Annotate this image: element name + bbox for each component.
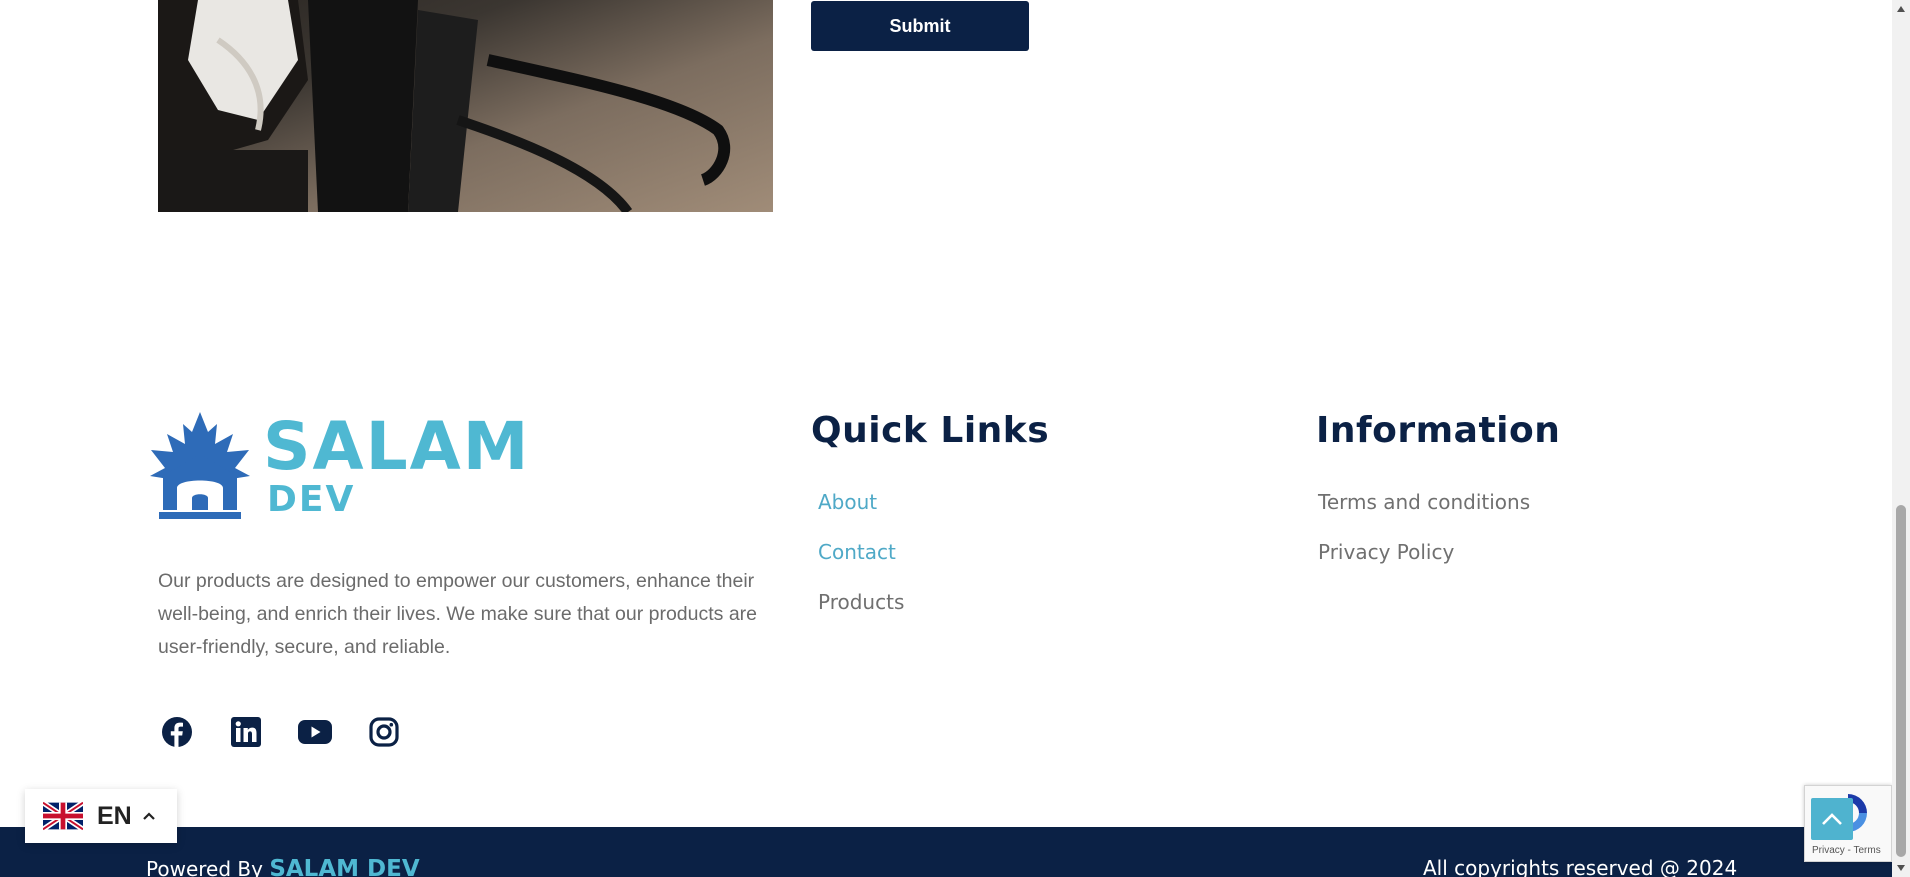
back-to-top-button[interactable] — [1811, 798, 1853, 840]
powered-by-label: Powered By — [146, 857, 263, 877]
uk-flag-icon — [43, 801, 83, 831]
recaptcha-links[interactable]: Privacy - Terms — [1812, 845, 1881, 856]
instagram-icon[interactable] — [367, 715, 401, 749]
chevron-up-icon — [142, 812, 155, 820]
footer-about-text: Our products are designed to empower our… — [158, 570, 758, 658]
scrollbar-thumb[interactable] — [1896, 505, 1906, 857]
copyright-text: All copyrights reserved @ 2024 — [1423, 856, 1738, 877]
powered-by-brand-link[interactable]: SALAM DEV — [269, 856, 419, 877]
info-link-privacy[interactable]: Privacy Policy — [1318, 540, 1454, 564]
facebook-icon[interactable] — [160, 715, 194, 749]
chevron-up-icon — [1822, 813, 1842, 825]
information-heading: Information — [1316, 410, 1561, 451]
info-link-terms[interactable]: Terms and conditions — [1318, 490, 1530, 514]
social-links — [160, 715, 401, 749]
quick-link-contact[interactable]: Contact — [818, 540, 896, 564]
language-code: EN — [97, 801, 132, 830]
quick-link-products[interactable]: Products — [818, 590, 904, 614]
quick-links-heading: Quick Links — [811, 410, 1050, 451]
quick-link-about[interactable]: About — [818, 490, 877, 514]
office-photo — [158, 0, 773, 212]
footer-logo[interactable]: SALAM DEV — [145, 410, 565, 530]
scroll-down-arrow[interactable] — [1892, 859, 1910, 877]
maple-leaf-house-icon — [150, 412, 250, 519]
language-selector[interactable]: EN — [25, 789, 177, 843]
youtube-icon[interactable] — [298, 715, 332, 749]
logo-word-salam: SALAM — [263, 408, 531, 485]
page-scrollbar[interactable] — [1892, 0, 1910, 877]
triangle-down-icon — [1897, 865, 1905, 871]
scroll-up-arrow[interactable] — [1892, 0, 1910, 18]
submit-button[interactable]: Submit — [811, 1, 1029, 51]
logo-word-dev: DEV — [267, 479, 356, 520]
powered-by: Powered By SALAM DEV — [146, 856, 420, 877]
triangle-up-icon — [1897, 6, 1905, 12]
linkedin-icon[interactable] — [229, 715, 263, 749]
